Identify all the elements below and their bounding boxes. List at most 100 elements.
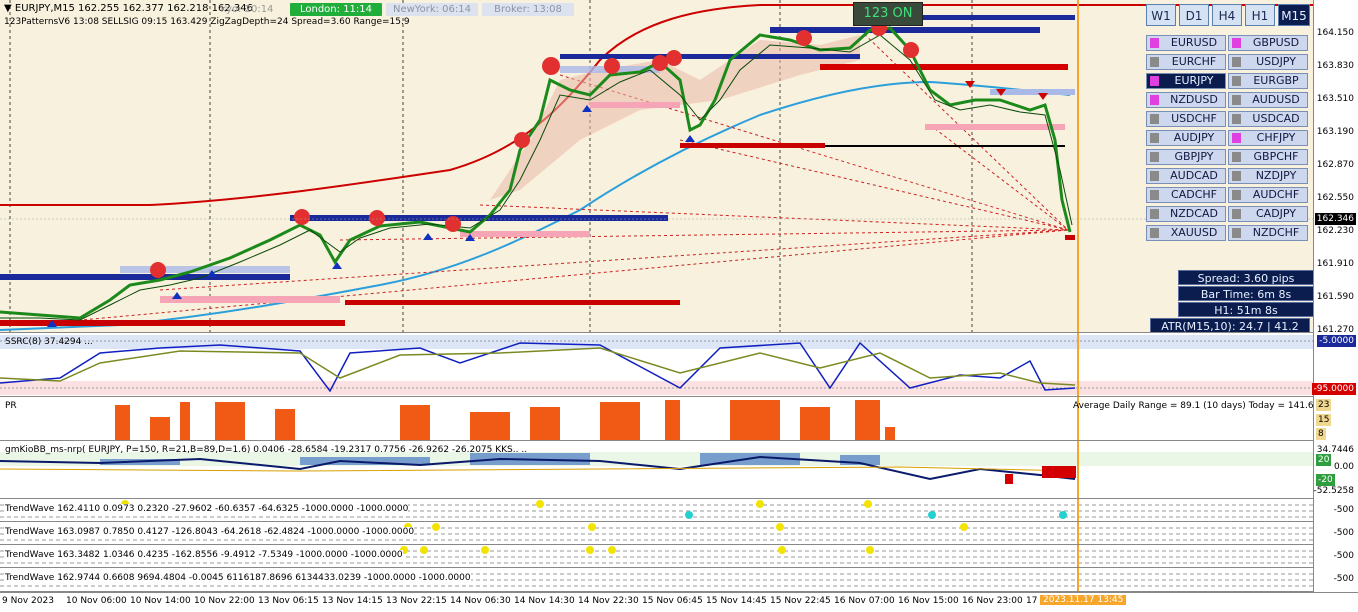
pair-button-eurchf[interactable]: EURCHF — [1146, 54, 1226, 70]
price-tick: 162.230 — [1316, 226, 1354, 236]
pair-button-nzdchf[interactable]: NZDCHF — [1228, 225, 1308, 241]
pr-tick: 15 — [1316, 414, 1332, 426]
badge-123-on[interactable]: 123 ON — [853, 2, 923, 26]
pair-button-gbpjpy[interactable]: GBPJPY — [1146, 149, 1226, 165]
trendwave-pane-2[interactable]: TrendWave 163.0987 0.7850 0.4127 -126.80… — [0, 522, 1313, 545]
timeframe-d1[interactable]: D1 — [1179, 4, 1209, 26]
pair-button-usdchf[interactable]: USDCHF — [1146, 111, 1226, 127]
pair-label: NZDJPY — [1255, 169, 1297, 182]
kio-tick: 20 — [1316, 454, 1332, 466]
price-tick: 162.870 — [1316, 160, 1354, 170]
pair-button-xauusd[interactable]: XAUUSD — [1146, 225, 1226, 241]
price-tick: 161.590 — [1316, 292, 1354, 302]
pair-button-gbpchf[interactable]: GBPCHF — [1228, 149, 1308, 165]
session-newyork: NewYork: 06:14 — [386, 3, 478, 16]
pair-button-cadjpy[interactable]: CADJPY — [1228, 206, 1308, 222]
time-tick: 17 — [1026, 596, 1038, 606]
pair-label: NZDUSD — [1170, 93, 1218, 106]
kiobb-pane[interactable]: gmKioBB_ms-nrp( EURJPY, P=150, R=21,B=89… — [0, 441, 1313, 499]
pr-label: PR — [5, 401, 17, 411]
kiobb-label: gmKioBB_ms-nrp( EURJPY, P=150, R=21,B=89… — [5, 445, 528, 455]
trendwave-pane-1[interactable]: TrendWave 162.4110 0.0973 0.2320 -27.960… — [0, 499, 1313, 522]
timeframe-h4[interactable]: H4 — [1212, 4, 1242, 26]
pair-status-icon — [1150, 190, 1159, 200]
time-tick: 16 Nov 07:00 — [834, 596, 895, 606]
pair-button-audjpy[interactable]: AUDJPY — [1146, 130, 1226, 146]
pair-status-icon — [1150, 95, 1159, 105]
pair-status-icon — [1150, 114, 1159, 124]
ssrc-axis: -5.0000 -95.0000 — [1311, 333, 1358, 397]
atr-info: ATR(M15,10): 24.7 | 41.2 pips — [1150, 318, 1310, 332]
pair-button-gbpusd[interactable]: GBPUSD — [1228, 35, 1308, 51]
tw-tick: -500 — [1333, 551, 1354, 561]
time-tick: 9 Nov 2023 — [2, 596, 54, 606]
time-tick: 15 Nov 06:45 — [642, 596, 703, 606]
pair-status-icon — [1232, 209, 1241, 219]
time-tick: 10 Nov 06:00 — [66, 596, 127, 606]
pair-button-audusd[interactable]: AUDUSD — [1228, 92, 1308, 108]
pair-button-usdcad[interactable]: USDCAD — [1228, 111, 1308, 127]
pair-label: USDJPY — [1256, 55, 1296, 68]
pair-status-icon — [1150, 133, 1159, 143]
time-axis[interactable]: 9 Nov 2023 10 Nov 06:00 10 Nov 14:00 10 … — [0, 592, 1358, 612]
pair-label: GBPUSD — [1252, 36, 1300, 49]
pair-button-chfjpy[interactable]: CHFJPY — [1228, 130, 1308, 146]
pair-button-cadchf[interactable]: CADCHF — [1146, 187, 1226, 203]
pr-pane[interactable]: PR Average Daily Range = 89.1 (10 days) … — [0, 397, 1313, 441]
pair-button-usdjpy[interactable]: USDJPY — [1228, 54, 1308, 70]
pair-status-icon — [1150, 171, 1159, 181]
trendwave-label-4: TrendWave 162.9744 0.6608 9694.4804 -0.0… — [5, 573, 471, 583]
h1-time-info: H1: 51m 8s — [1178, 302, 1313, 317]
trendwave-label-3: TrendWave 163.3482 1.0346 0.4235 -162.85… — [5, 550, 403, 560]
time-tick: 14 Nov 06:30 — [450, 596, 511, 606]
time-tick: 15 Nov 22:45 — [770, 596, 831, 606]
pair-label: NZDCHF — [1252, 226, 1300, 239]
pair-label: AUDUSD — [1252, 93, 1300, 106]
trendwave-pane-4[interactable]: TrendWave 162.9744 0.6608 9694.4804 -0.0… — [0, 568, 1313, 592]
ssrc-pane[interactable]: SSRC(8) 37.4294 ... — [0, 333, 1313, 397]
pair-button-audchf[interactable]: AUDCHF — [1228, 187, 1308, 203]
ssrc-plot — [0, 333, 1313, 396]
timeframe-h1[interactable]: H1 — [1245, 4, 1275, 26]
session-london: London: 11:14 — [290, 3, 382, 16]
timeframe-m15[interactable]: M15 — [1278, 4, 1310, 26]
pair-status-icon — [1232, 95, 1241, 105]
price-tick: 163.510 — [1316, 94, 1354, 104]
pair-button-nzdcad[interactable]: NZDCAD — [1146, 206, 1226, 222]
pair-button-nzdusd[interactable]: NZDUSD — [1146, 92, 1226, 108]
pair-status-icon — [1150, 57, 1159, 67]
pair-button-eurjpy[interactable]: EURJPY — [1146, 73, 1226, 89]
pair-status-icon — [1232, 38, 1241, 48]
pair-status-icon — [1232, 228, 1241, 238]
ssrc-lower-tag: -95.0000 — [1311, 383, 1356, 395]
spread-info: Spread: 3.60 pips — [1178, 270, 1313, 285]
price-axis[interactable]: 164.150 163.830 163.510 163.190 162.870 … — [1313, 0, 1358, 335]
pair-status-icon — [1232, 76, 1241, 86]
pair-status-icon — [1150, 38, 1159, 48]
adr-text: Average Daily Range = 89.1 (10 days) Tod… — [1073, 401, 1313, 411]
session-tokyo: kyo: 20:14 — [220, 4, 274, 15]
pair-label: AUDCHF — [1252, 188, 1300, 201]
pair-button-eurusd[interactable]: EURUSD — [1146, 35, 1226, 51]
time-tick: 13 Nov 06:15 — [258, 596, 319, 606]
time-tick: 16 Nov 23:00 — [962, 596, 1023, 606]
pair-button-eurgbp[interactable]: EURGBP — [1228, 73, 1308, 89]
trendwave-axis: -500 -500 -500 -500 — [1313, 499, 1358, 592]
price-tick: 164.150 — [1316, 28, 1354, 38]
ssrc-upper-tag: -5.0000 — [1317, 335, 1356, 347]
price-tick: 163.830 — [1316, 61, 1354, 71]
pair-button-nzdjpy[interactable]: NZDJPY — [1228, 168, 1308, 184]
trendwave-pane-3[interactable]: TrendWave 163.3482 1.0346 0.4235 -162.85… — [0, 545, 1313, 568]
pair-button-audcad[interactable]: AUDCAD — [1146, 168, 1226, 184]
menu-triangle-icon[interactable]: ▼ — [4, 3, 15, 14]
pair-label: CADCHF — [1171, 188, 1217, 201]
main-chart-pane[interactable]: ▼ EURJPY,M15 162.255 162.377 162.218 162… — [0, 0, 1313, 333]
bar-time-info: Bar Time: 6m 8s — [1178, 286, 1313, 301]
price-tick: 162.550 — [1316, 193, 1354, 203]
pr-tick: 23 — [1316, 399, 1332, 411]
timeframe-w1[interactable]: W1 — [1146, 4, 1176, 26]
kiobb-axis: 34.7446 20 0.00 -20 -52.5258 — [1313, 441, 1358, 499]
indicator-info: 123PatternsV6 13:08 SELLSIG 09:15 163.42… — [4, 17, 410, 27]
price-chart — [0, 0, 1313, 332]
pair-status-icon — [1232, 152, 1241, 162]
